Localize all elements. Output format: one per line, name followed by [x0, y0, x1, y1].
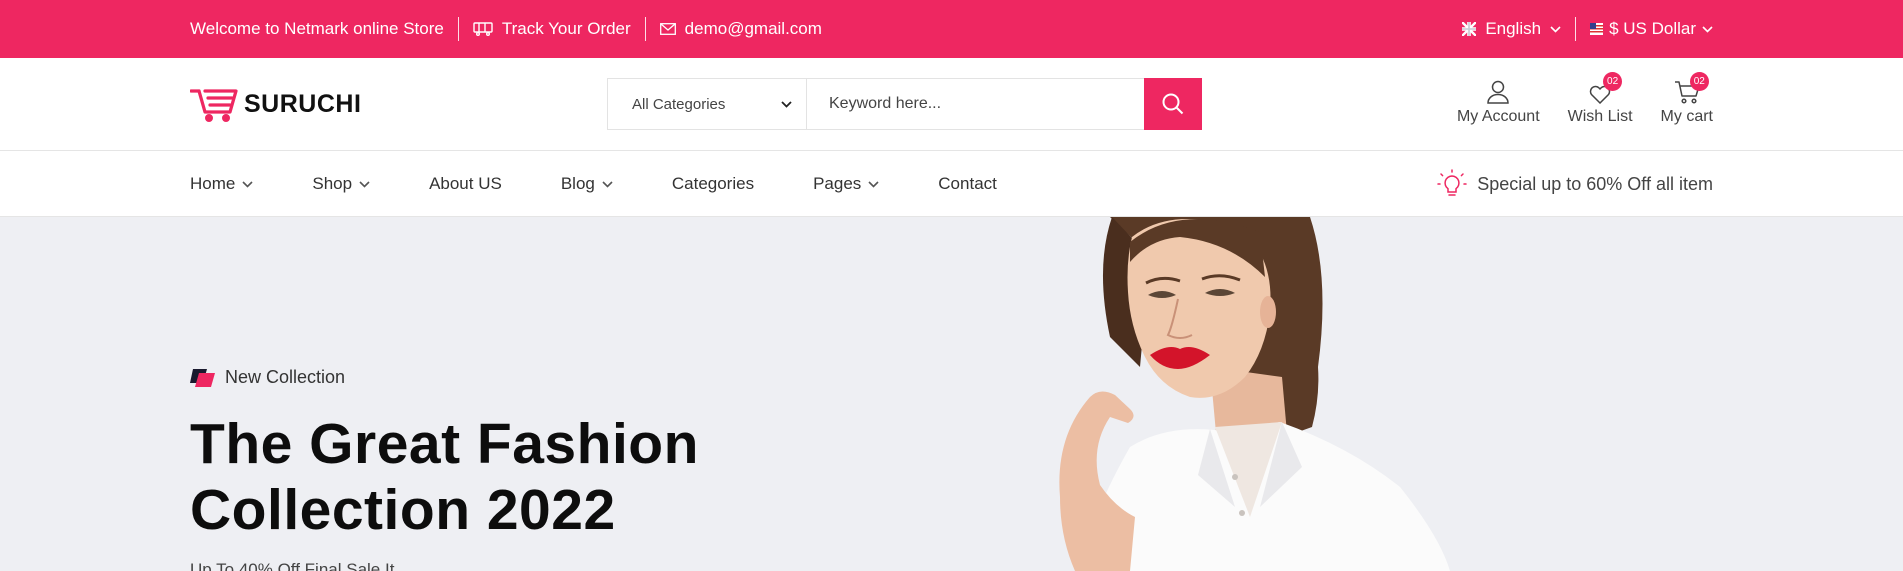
my-account-button[interactable]: My Account — [1457, 72, 1540, 126]
main-header: SURUCHI All Categories My Account 02 Wis… — [0, 58, 1903, 151]
chevron-down-icon — [868, 180, 879, 188]
chevron-down-icon — [242, 180, 253, 188]
welcome-text: Welcome to Netmark online Store — [190, 19, 444, 38]
chevron-down-icon — [359, 180, 370, 188]
nav-item-label: Contact — [938, 174, 997, 193]
truck-icon — [473, 22, 493, 36]
flag-uk-icon — [1462, 22, 1477, 36]
nav-item-label: Blog — [560, 174, 595, 193]
cart-count-badge: 02 — [1689, 72, 1709, 91]
nav-item-pages[interactable]: Pages — [813, 174, 879, 194]
divider — [457, 17, 459, 41]
collection-tag-icon — [190, 368, 215, 387]
nav-item-label: Categories — [671, 174, 755, 193]
search-button[interactable] — [1144, 78, 1202, 130]
nav-item-about[interactable]: About US — [429, 174, 502, 194]
promo-banner: Special up to 60% Off all item — [1437, 151, 1713, 217]
chevron-down-icon — [1550, 25, 1561, 33]
nav-item-label: Pages — [813, 174, 862, 193]
hero-banner: New Collection The Great Fashion Collect… — [0, 217, 1903, 571]
email-label: demo@gmail.com — [684, 19, 822, 38]
nav-item-label: About US — [429, 174, 502, 193]
hero-subtitle-text: New Collection — [225, 367, 346, 387]
currency-label: $ US Dollar — [1609, 19, 1696, 38]
hero-subtitle: New Collection — [190, 367, 345, 388]
top-bar: Welcome to Netmark online Store Track Yo… — [0, 0, 1903, 58]
wishlist-button[interactable]: 02 Wish List — [1568, 72, 1633, 126]
search-bar: All Categories — [607, 78, 1202, 130]
hero-title-line-1: The Great Fashion — [190, 412, 699, 476]
language-selector[interactable]: English — [1462, 19, 1561, 39]
hero-title: The Great Fashion Collection 2022 — [190, 411, 810, 543]
site-logo[interactable]: SURUCHI — [190, 85, 361, 123]
chevron-down-icon — [602, 180, 613, 188]
cart-logo-icon — [190, 89, 238, 123]
chevron-down-icon — [1702, 25, 1713, 33]
category-select-value: All Categories — [632, 95, 726, 113]
wishlist-count-badge: 02 — [1603, 72, 1623, 91]
language-label: English — [1485, 19, 1542, 38]
search-input[interactable] — [807, 79, 1144, 129]
header-actions: My Account 02 Wish List 02 My cart — [1457, 72, 1713, 126]
hero-tagline: Up To 40% Off Final Sale It — [190, 560, 395, 571]
lightbulb-icon — [1437, 169, 1467, 196]
divider — [1575, 17, 1577, 41]
track-order-link[interactable]: Track Your Order — [473, 19, 631, 39]
main-nav: Home Shop About US Blog Categories Pages… — [0, 151, 1903, 217]
flag-us-icon — [1590, 23, 1604, 35]
user-icon — [1487, 80, 1510, 104]
chevron-down-icon — [781, 100, 792, 108]
hero-model-image — [1059, 217, 1450, 571]
nav-item-label: Shop — [312, 174, 353, 193]
wishlist-label: Wish List — [1567, 108, 1633, 125]
promo-text: Special up to 60% Off all item — [1477, 173, 1713, 194]
category-select[interactable]: All Categories — [608, 79, 807, 129]
hero-title-line-2: Collection 2022 — [190, 478, 616, 542]
nav-item-home[interactable]: Home — [190, 174, 253, 194]
cart-button[interactable]: 02 My cart — [1661, 72, 1713, 126]
mail-icon — [659, 23, 676, 35]
nav-item-label: Home — [190, 174, 236, 193]
my-account-label: My Account — [1456, 108, 1540, 125]
nav-item-blog[interactable]: Blog — [561, 174, 613, 194]
email-link[interactable]: demo@gmail.com — [659, 19, 822, 39]
track-order-label: Track Your Order — [501, 19, 631, 38]
nav-item-shop[interactable]: Shop — [312, 174, 370, 194]
currency-selector[interactable]: $ US Dollar — [1590, 19, 1713, 39]
divider — [644, 17, 646, 41]
search-icon — [1162, 93, 1184, 115]
nav-item-contact[interactable]: Contact — [938, 174, 997, 194]
logo-text: SURUCHI — [244, 89, 362, 118]
cart-label: My cart — [1660, 108, 1713, 125]
nav-item-categories[interactable]: Categories — [672, 174, 754, 194]
